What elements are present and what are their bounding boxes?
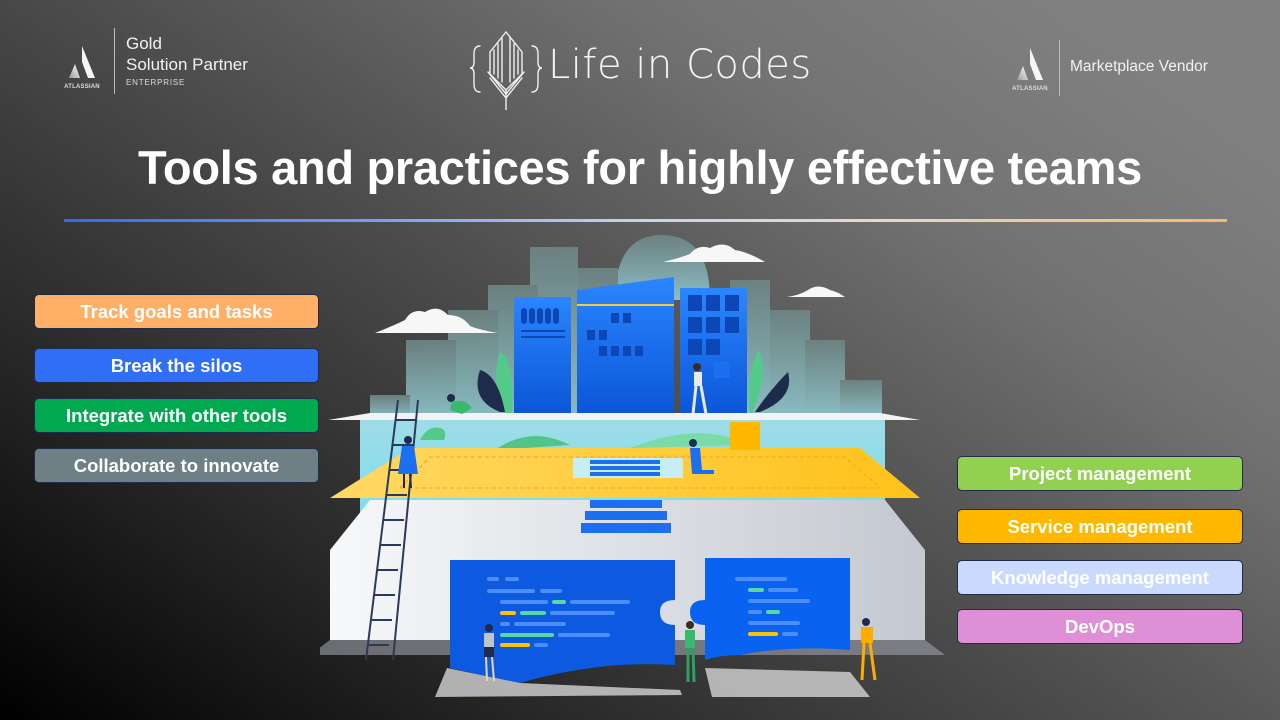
gold-solution-partner-badge: ATLASSIAN Gold Solution Partner ENTERPRI… xyxy=(64,28,294,98)
pill-devops[interactable]: DevOps xyxy=(957,609,1243,644)
title-divider xyxy=(64,219,1227,222)
puzzle-pieces xyxy=(450,558,850,683)
partner-tier: ENTERPRISE xyxy=(126,78,186,87)
pill-label: Track goals and tasks xyxy=(80,300,273,322)
blue-buildings xyxy=(514,277,747,414)
pill-collaborate[interactable]: Collaborate to innovate xyxy=(34,448,319,483)
pill-service-management[interactable]: Service management xyxy=(957,509,1243,544)
brand-logo: Life in Codes xyxy=(468,24,811,110)
pill-label: Knowledge management xyxy=(991,566,1209,588)
pill-label: Service management xyxy=(1007,515,1193,537)
brand-name: Life in Codes xyxy=(548,42,812,88)
atlassian-logo-icon: ATLASSIAN xyxy=(1012,46,1048,92)
center-stairs xyxy=(581,500,671,533)
partner-level: Gold xyxy=(126,34,162,53)
yellow-stairs xyxy=(730,422,760,450)
partner-type: Solution Partner xyxy=(126,55,248,74)
divider xyxy=(1059,40,1060,96)
pill-label: DevOps xyxy=(1065,615,1135,637)
marketplace-vendor-badge: ATLASSIAN Marketplace Vendor xyxy=(1012,40,1242,98)
pill-integrate-tools[interactable]: Integrate with other tools xyxy=(34,398,319,433)
pill-break-silos[interactable]: Break the silos xyxy=(34,348,319,383)
pill-label: Collaborate to innovate xyxy=(73,454,280,476)
atlassian-wordmark: ATLASSIAN xyxy=(1012,86,1048,92)
pill-label: Project management xyxy=(1009,462,1191,484)
pill-label: Break the silos xyxy=(110,354,243,376)
pill-track-goals[interactable]: Track goals and tasks xyxy=(34,294,319,329)
pool-steps xyxy=(590,460,660,476)
pill-project-management[interactable]: Project management xyxy=(957,456,1243,491)
pill-knowledge-management[interactable]: Knowledge management xyxy=(957,560,1243,595)
pill-label: Integrate with other tools xyxy=(66,404,287,426)
leaf-braces-logo-icon xyxy=(469,30,543,110)
atlassian-logo-icon: ATLASSIAN xyxy=(64,44,100,90)
team-collaboration-illustration xyxy=(310,230,950,710)
vendor-label: Marketplace Vendor xyxy=(1070,58,1208,75)
page-title: Tools and practices for highly effective… xyxy=(138,141,1142,194)
divider xyxy=(114,28,115,94)
atlassian-wordmark: ATLASSIAN xyxy=(64,84,100,90)
